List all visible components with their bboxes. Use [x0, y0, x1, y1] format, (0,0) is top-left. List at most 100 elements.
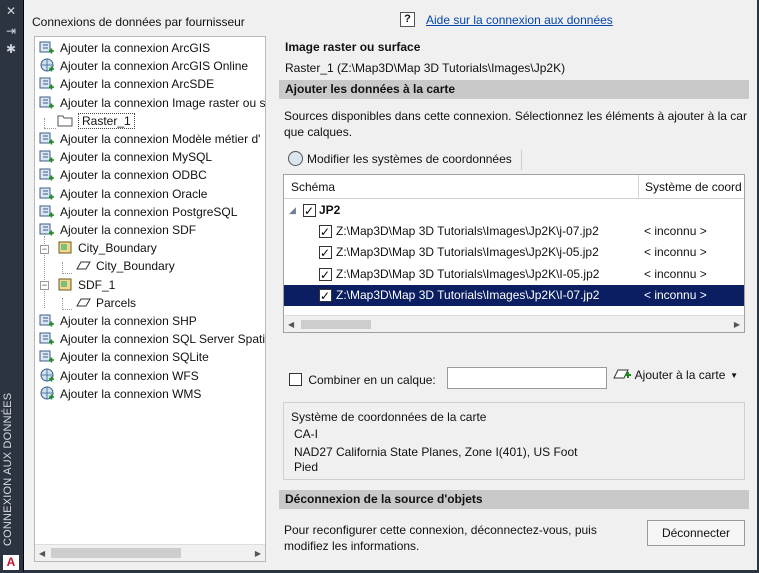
feature-source-icon: [57, 276, 73, 292]
tree-item[interactable]: Ajouter la connexion Modèle métier d': [39, 130, 260, 148]
tree-item[interactable]: Ajouter la connexion ArcGIS Online: [39, 57, 248, 75]
tree-item-label: Ajouter la connexion ArcGIS Online: [60, 59, 249, 74]
row-path: Z:\Map3D\Map 3D Tutorials\Images\Jp2K\j-…: [336, 224, 599, 238]
collapse-icon[interactable]: −: [40, 245, 49, 254]
tree-item-label: City_Boundary: [96, 259, 175, 274]
map-cs-code: CA-I: [294, 427, 318, 441]
schema-row[interactable]: Z:\Map3D\Map 3D Tutorials\Images\Jp2K\I-…: [284, 264, 744, 286]
column-header-coordinate-system[interactable]: Système de coord: [645, 180, 742, 194]
tree-item-label: Ajouter la connexion MySQL: [60, 150, 213, 165]
disconnect-description: Pour reconfigurer cette connexion, décon…: [284, 523, 597, 553]
tree-line: [44, 118, 45, 128]
scroll-thumb[interactable]: [51, 548, 181, 558]
sqlserver-connection-icon: [39, 330, 55, 346]
tree-item[interactable]: Parcels: [75, 294, 136, 312]
autocad-logo-icon: A: [3, 555, 19, 570]
tree-item[interactable]: Ajouter la connexion ODBC: [39, 166, 207, 184]
row-path: Z:\Map3D\Map 3D Tutorials\Images\Jp2K\I-…: [336, 266, 600, 281]
tree-item-label: Ajouter la connexion SHP: [60, 314, 197, 328]
modify-coordinate-systems-button[interactable]: Modifier les systèmes de coordonnées: [286, 148, 524, 170]
wfs-globe-icon: [39, 367, 55, 383]
column-separator[interactable]: [638, 175, 639, 199]
schema-row[interactable]: Z:\Map3D\Map 3D Tutorials\Images\Jp2K\j-…: [284, 242, 744, 264]
tree-item[interactable]: Ajouter la connexion SDF: [39, 221, 196, 239]
tree-item[interactable]: City_Boundary: [57, 239, 157, 257]
row-checkbox[interactable]: [319, 222, 332, 243]
tree-item[interactable]: Ajouter la connexion SHP: [39, 312, 197, 330]
scroll-right-icon[interactable]: ▶: [734, 320, 740, 329]
folder-icon: [57, 112, 73, 128]
scroll-right-icon[interactable]: ▶: [255, 549, 261, 558]
row-checkbox[interactable]: [319, 265, 332, 286]
tree-item[interactable]: Ajouter la connexion ArcGIS: [39, 39, 210, 57]
tree-item[interactable]: Ajouter la connexion WFS: [39, 367, 199, 385]
provider-tree[interactable]: − − ◀ ▶ Ajouter la connexion ArcGIS Ajout…: [34, 36, 266, 562]
close-icon[interactable]: ✕: [3, 4, 19, 18]
tree-item[interactable]: Ajouter la connexion SQL Server Spatia: [39, 330, 265, 348]
collapse-icon[interactable]: −: [40, 281, 49, 290]
row-path: Z:\Map3D\Map 3D Tutorials\Images\Jp2K\j-…: [336, 245, 599, 260]
globe-icon: [288, 151, 303, 166]
tree-item-label: Ajouter la connexion WFS: [60, 368, 199, 383]
add-to-map-button[interactable]: Ajouter à la carte ▼: [610, 363, 744, 388]
grid-horizontal-scrollbar[interactable]: ◀ ▶: [284, 315, 744, 332]
disconnect-button[interactable]: Déconnecter: [647, 520, 745, 546]
odbc-connection-icon: [39, 166, 55, 182]
tree-line: [62, 273, 72, 274]
add-to-map-icon: [613, 369, 631, 379]
combine-layer-option[interactable]: Combiner en un calque:: [289, 373, 436, 387]
tree-item-label: SDF_1: [78, 277, 116, 292]
tree-item[interactable]: Ajouter la connexion Oracle: [39, 185, 207, 203]
group-checkbox[interactable]: [303, 201, 316, 222]
palette-title-bar: ✕ ⇥ ✱ CONNEXION AUX DONNÉES A: [0, 0, 23, 573]
scroll-thumb[interactable]: [301, 320, 371, 329]
row-checkbox[interactable]: [319, 243, 332, 264]
row-checkbox[interactable]: [319, 286, 332, 307]
add-data-section-header[interactable]: Ajouter les données à la carte: [279, 80, 749, 99]
schema-row[interactable]: Z:\Map3D\Map 3D Tutorials\Images\Jp2K\j-…: [284, 221, 744, 243]
tree-item[interactable]: Ajouter la connexion ArcSDE: [39, 75, 214, 93]
dropdown-arrow-icon[interactable]: ▼: [730, 363, 738, 388]
tree-item[interactable]: City_Boundary: [75, 257, 175, 275]
scroll-left-icon[interactable]: ◀: [288, 320, 294, 329]
help-link[interactable]: Aide sur la connexion aux données: [426, 13, 613, 27]
row-coordinate-system: < inconnu >: [644, 287, 707, 302]
tree-item-label: Ajouter la connexion ODBC: [60, 168, 207, 183]
add-data-description: Sources disponibles dans cette connexion…: [284, 109, 747, 123]
tree-item[interactable]: Ajouter la connexion WMS: [39, 385, 201, 403]
schema-grid[interactable]: Schéma Système de coord ◢ JP2 Z:\Map3D\M…: [283, 174, 745, 333]
tree-item-label: Ajouter la connexion SDF: [60, 223, 197, 237]
schema-group-row[interactable]: ◢ JP2: [284, 200, 744, 222]
group-label: JP2: [319, 203, 341, 217]
combine-layer-name-input[interactable]: [447, 367, 607, 389]
tree-item[interactable]: Ajouter la connexion Image raster ou s: [39, 94, 265, 112]
sqlite-connection-icon: [39, 348, 55, 364]
source-path: Raster_1 (Z:\Map3D\Map 3D Tutorials\Imag…: [285, 61, 566, 75]
tree-item-label: Ajouter la connexion Oracle: [60, 186, 208, 201]
tree-item-label: Parcels: [96, 295, 137, 310]
tree-item[interactable]: Ajouter la connexion PostgreSQL: [39, 203, 237, 221]
auto-hide-icon[interactable]: ⇥: [3, 24, 19, 38]
tree-item-label: Ajouter la connexion WMS: [60, 386, 202, 401]
tree-horizontal-scrollbar[interactable]: ◀ ▶: [35, 544, 265, 561]
tree-item[interactable]: SDF_1: [57, 276, 115, 294]
row-coordinate-system: < inconnu >: [644, 245, 707, 260]
grid-header: Schéma Système de coord: [284, 175, 744, 199]
schema-row[interactable]: Z:\Map3D\Map 3D Tutorials\Images\Jp2K\I-…: [284, 284, 744, 307]
row-path: Z:\Map3D\Map 3D Tutorials\Images\Jp2K\I-…: [336, 287, 600, 302]
tree-item-label: Raster_1: [78, 112, 135, 129]
raster-connection-icon: [39, 94, 55, 110]
scroll-left-icon[interactable]: ◀: [39, 549, 45, 558]
help-icon[interactable]: ?: [400, 12, 415, 27]
tree-item[interactable]: Ajouter la connexion MySQL: [39, 148, 212, 166]
tree-item[interactable]: Ajouter la connexion SQLite: [39, 348, 209, 366]
combine-checkbox[interactable]: [289, 373, 302, 386]
column-header-schema[interactable]: Schéma: [291, 180, 335, 194]
tree-item-label: Ajouter la connexion PostgreSQL: [60, 204, 238, 219]
disconnect-section-header[interactable]: Déconnexion de la source d'objets: [279, 490, 749, 509]
add-to-map-label: Ajouter à la carte: [634, 368, 726, 382]
expanded-triangle-icon[interactable]: ◢: [289, 200, 296, 221]
tree-item[interactable]: Raster_1: [57, 112, 135, 130]
properties-icon[interactable]: ✱: [3, 42, 19, 56]
tree-item-label: Ajouter la connexion Image raster ou s: [60, 95, 266, 110]
